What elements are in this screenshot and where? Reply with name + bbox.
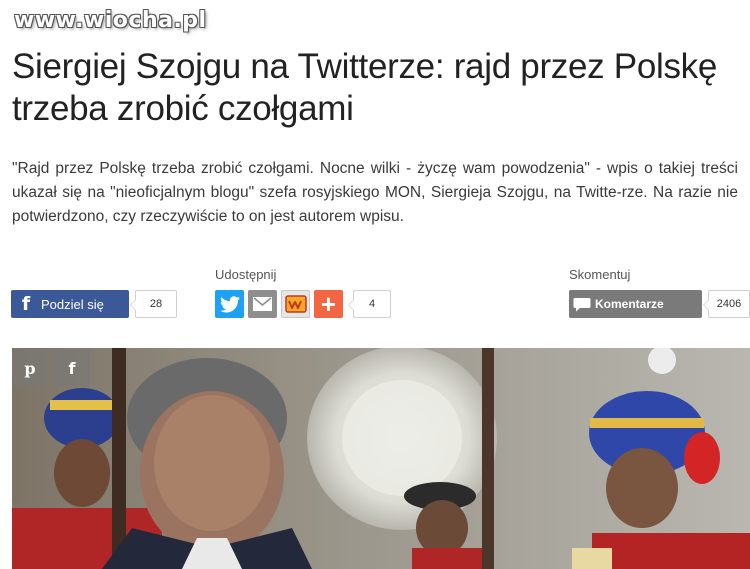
article-title: Siergiej Szojgu na Twitterze: rajd przez… — [12, 47, 718, 128]
comment-heading: Skomentuj — [569, 267, 631, 282]
facebook-icon: f — [21, 293, 31, 315]
twitter-icon — [219, 295, 240, 312]
comments-label: Komentarze — [595, 297, 664, 311]
facebook-share-count: 28 — [130, 290, 177, 318]
facebook-icon: f — [68, 358, 76, 378]
article-photo — [12, 348, 750, 569]
mail-icon — [253, 297, 272, 311]
photo-facebook-share-button[interactable]: f — [54, 350, 90, 386]
pinterest-share-button[interactable]: p — [12, 350, 48, 386]
share-count: 4 — [348, 290, 391, 318]
plus-icon: + — [320, 289, 337, 319]
comments-count: 2406 — [703, 290, 750, 318]
article-lead: "Rajd przez Polskę trzeba zrobić czołgam… — [12, 160, 738, 225]
twitter-share-button[interactable] — [215, 290, 244, 318]
comments-button[interactable]: Komentarze — [569, 290, 702, 318]
more-share-button[interactable]: + — [314, 290, 343, 318]
facebook-share-label: Podziel się — [41, 296, 104, 312]
wykop-share-button[interactable] — [281, 290, 310, 318]
mail-share-button[interactable] — [248, 290, 277, 318]
comment-bubble-icon — [573, 297, 591, 311]
share-heading: Udostępnij — [215, 267, 277, 282]
wykop-icon — [284, 295, 307, 313]
facebook-share-button[interactable]: f Podziel się — [11, 290, 129, 318]
site-watermark: www.wiocha.pl — [14, 8, 207, 33]
pinterest-icon: p — [24, 358, 36, 378]
